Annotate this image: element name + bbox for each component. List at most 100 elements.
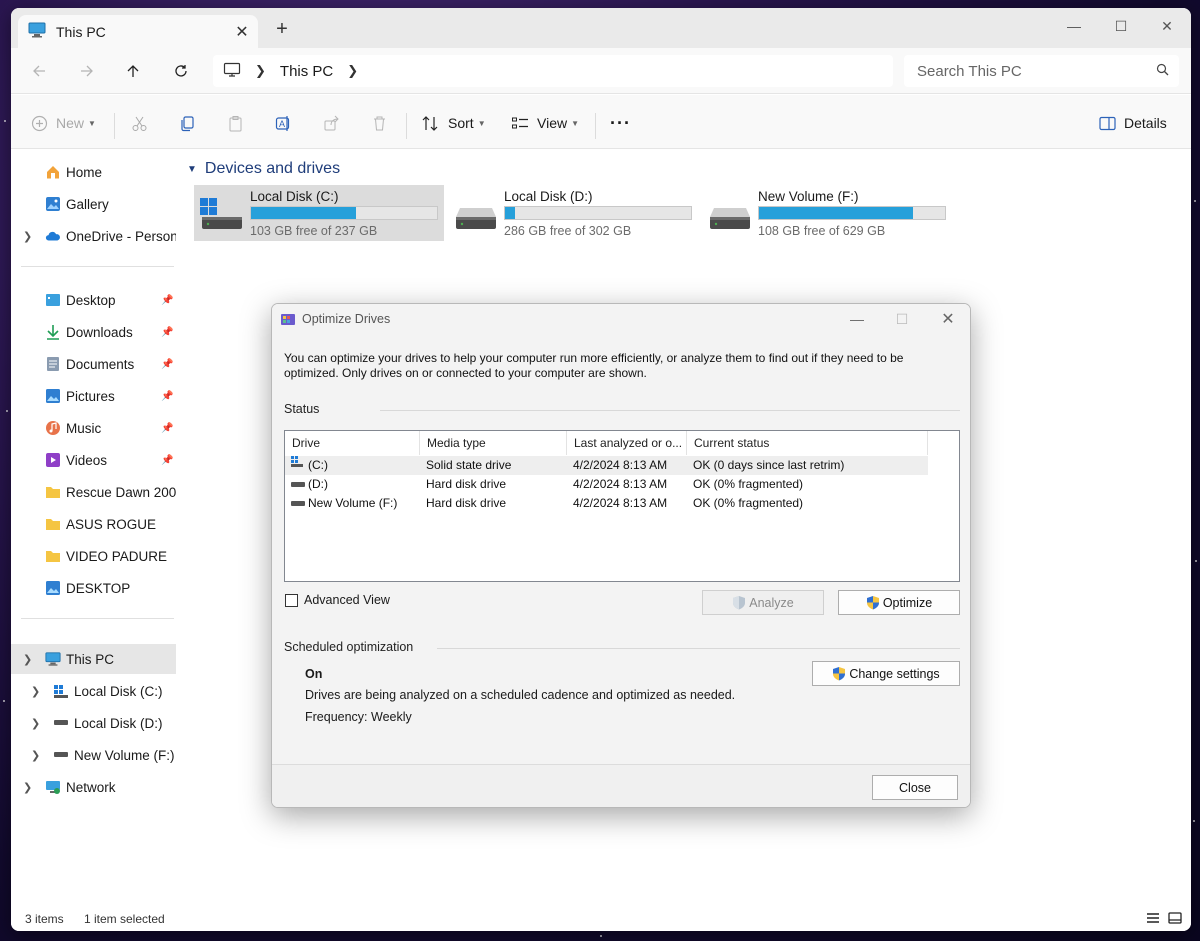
view-button[interactable]: View ▼ xyxy=(511,108,579,138)
chevron-right-icon[interactable]: ❯ xyxy=(31,685,41,698)
cell-last-analyzed: 4/2/2024 8:13 AM xyxy=(573,458,668,472)
sidebar-item-video-padure[interactable]: VIDEO PADURE xyxy=(11,541,176,571)
cut-button[interactable] xyxy=(131,108,148,138)
column-header-drive[interactable]: Drive xyxy=(285,431,420,455)
drive-tile-d[interactable]: Local Disk (D:) 286 GB free of 302 GB xyxy=(448,185,698,241)
chevron-right-icon[interactable]: ❯ xyxy=(347,63,358,79)
folder-icon xyxy=(45,484,61,500)
back-button[interactable] xyxy=(25,58,53,84)
up-button[interactable] xyxy=(119,58,147,84)
column-header-media-type[interactable]: Media type xyxy=(420,431,567,455)
close-dialog-button[interactable]: Close xyxy=(872,775,958,800)
dialog-footer: Close xyxy=(272,764,970,807)
new-tab-button[interactable]: + xyxy=(271,18,293,41)
sidebar-item-local-disk-c[interactable]: ❯ Local Disk (C:) xyxy=(11,676,176,706)
sidebar-item-home[interactable]: Home xyxy=(11,157,176,187)
chevron-down-icon[interactable]: ❯ xyxy=(23,653,33,666)
table-row[interactable]: New Volume (F:) Hard disk drive 4/2/2024… xyxy=(285,494,928,513)
copy-button[interactable] xyxy=(179,108,196,138)
chevron-right-icon[interactable]: ❯ xyxy=(31,717,41,730)
change-settings-button[interactable]: Change settings xyxy=(812,661,960,686)
pin-icon[interactable]: 📌 xyxy=(161,423,173,434)
sidebar-item-onedrive[interactable]: ❯ OneDrive - Persona xyxy=(11,221,176,251)
maximize-button[interactable]: ☐ xyxy=(1098,12,1144,40)
arrow-left-icon xyxy=(33,65,45,77)
sidebar-item-network[interactable]: ❯ Network xyxy=(11,772,176,802)
column-header-last-analyzed[interactable]: Last analyzed or o... xyxy=(567,431,687,455)
minimize-button[interactable]: — xyxy=(1051,12,1097,40)
copy-icon xyxy=(181,115,194,131)
sidebar-item-rescue-dawn[interactable]: Rescue Dawn 2006 xyxy=(11,477,176,507)
close-button[interactable]: ✕ xyxy=(1144,12,1190,40)
analyze-button[interactable]: Analyze xyxy=(702,590,824,615)
cell-current-status: OK (0% fragmented) xyxy=(693,496,804,510)
arrow-right-icon xyxy=(81,65,93,77)
schedule-description: Drives are being analyzed on a scheduled… xyxy=(305,688,736,702)
advanced-view-checkbox[interactable]: Advanced View xyxy=(285,593,390,607)
table-row[interactable]: (D:) Hard disk drive 4/2/2024 8:13 AM OK… xyxy=(285,475,928,494)
breadcrumb-this-pc[interactable]: This PC xyxy=(280,63,333,80)
forward-button[interactable] xyxy=(73,58,101,84)
column-header-current-status[interactable]: Current status xyxy=(687,431,928,455)
delete-button[interactable] xyxy=(371,108,388,138)
sidebar-item-downloads[interactable]: Downloads 📌 xyxy=(11,317,176,347)
paste-button[interactable] xyxy=(227,108,244,138)
drive-icon xyxy=(53,747,69,763)
group-header-devices[interactable]: ▼ Devices and drives xyxy=(187,160,340,178)
dialog-minimize-button[interactable]: — xyxy=(837,308,877,330)
home-icon xyxy=(45,164,61,180)
scissors-icon xyxy=(132,116,147,131)
chevron-right-icon[interactable]: ❯ xyxy=(23,230,33,243)
scheduled-section-label: Scheduled optimization xyxy=(284,640,414,654)
drive-tile-f[interactable]: New Volume (F:) 108 GB free of 629 GB xyxy=(702,185,952,241)
chevron-down-icon: ▼ xyxy=(187,163,197,175)
search-input[interactable] xyxy=(917,62,1156,80)
sidebar-item-desktop[interactable]: Desktop 📌 xyxy=(11,285,176,315)
share-icon xyxy=(324,115,339,130)
sidebar-item-asus-rogue[interactable]: ASUS ROGUE xyxy=(11,509,176,539)
optimize-button[interactable]: Optimize xyxy=(838,590,960,615)
drives-list[interactable]: Drive Media type Last analyzed or o... C… xyxy=(284,430,960,582)
rename-button[interactable]: A xyxy=(275,108,292,138)
analyze-label: Analyze xyxy=(749,595,794,610)
pin-icon[interactable]: 📌 xyxy=(161,295,173,306)
dialog-close-button[interactable]: ✕ xyxy=(928,308,968,330)
sidebar-item-videos[interactable]: Videos 📌 xyxy=(11,445,176,475)
sort-button[interactable]: Sort ▼ xyxy=(422,108,486,138)
chevron-down-icon: ▼ xyxy=(477,118,486,128)
sidebar-item-new-volume-f[interactable]: ❯ New Volume (F:) xyxy=(11,740,176,770)
sidebar-item-pictures[interactable]: Pictures 📌 xyxy=(11,381,176,411)
pin-icon[interactable]: 📌 xyxy=(161,327,173,338)
address-bar[interactable]: ❯ This PC ❯ xyxy=(213,55,893,87)
pin-icon[interactable]: 📌 xyxy=(161,391,173,402)
share-button[interactable] xyxy=(323,108,340,138)
tab-this-pc[interactable]: This PC ✕ xyxy=(18,15,258,48)
drive-tile-c[interactable]: Local Disk (C:) 103 GB free of 237 GB xyxy=(194,185,444,241)
details-pane-button[interactable]: Details xyxy=(1099,108,1167,138)
pictures-icon xyxy=(45,388,61,404)
sidebar-item-local-disk-d[interactable]: ❯ Local Disk (D:) xyxy=(11,708,176,738)
sidebar-item-this-pc[interactable]: ❯ This PC xyxy=(11,644,176,674)
sidebar-item-gallery[interactable]: Gallery xyxy=(11,189,176,219)
details-view-button[interactable] xyxy=(1144,909,1162,927)
section-divider xyxy=(380,410,960,411)
chevron-right-icon[interactable]: ❯ xyxy=(255,63,266,79)
pin-icon[interactable]: 📌 xyxy=(161,455,173,466)
table-row[interactable]: (C:) Solid state drive 4/2/2024 8:13 AM … xyxy=(285,456,928,475)
checkbox-box[interactable] xyxy=(285,593,298,607)
drive-icon xyxy=(53,715,69,731)
refresh-button[interactable] xyxy=(167,58,195,84)
dialog-title-bar[interactable]: Optimize Drives — ☐ ✕ xyxy=(272,304,970,334)
search-box[interactable] xyxy=(904,55,1179,87)
new-button[interactable]: New ▼ xyxy=(31,108,96,138)
more-options-button[interactable]: ··· xyxy=(610,108,631,138)
chevron-right-icon[interactable]: ❯ xyxy=(23,781,33,794)
chevron-right-icon[interactable]: ❯ xyxy=(31,749,41,762)
sidebar-item-documents[interactable]: Documents 📌 xyxy=(11,349,176,379)
clipboard-icon xyxy=(229,115,242,131)
sidebar-item-music[interactable]: Music 📌 xyxy=(11,413,176,443)
tab-close-icon[interactable]: ✕ xyxy=(226,22,258,42)
pin-icon[interactable]: 📌 xyxy=(161,359,173,370)
sidebar-item-desktop-folder[interactable]: DESKTOP xyxy=(11,573,176,603)
tiles-view-button[interactable] xyxy=(1166,909,1184,927)
